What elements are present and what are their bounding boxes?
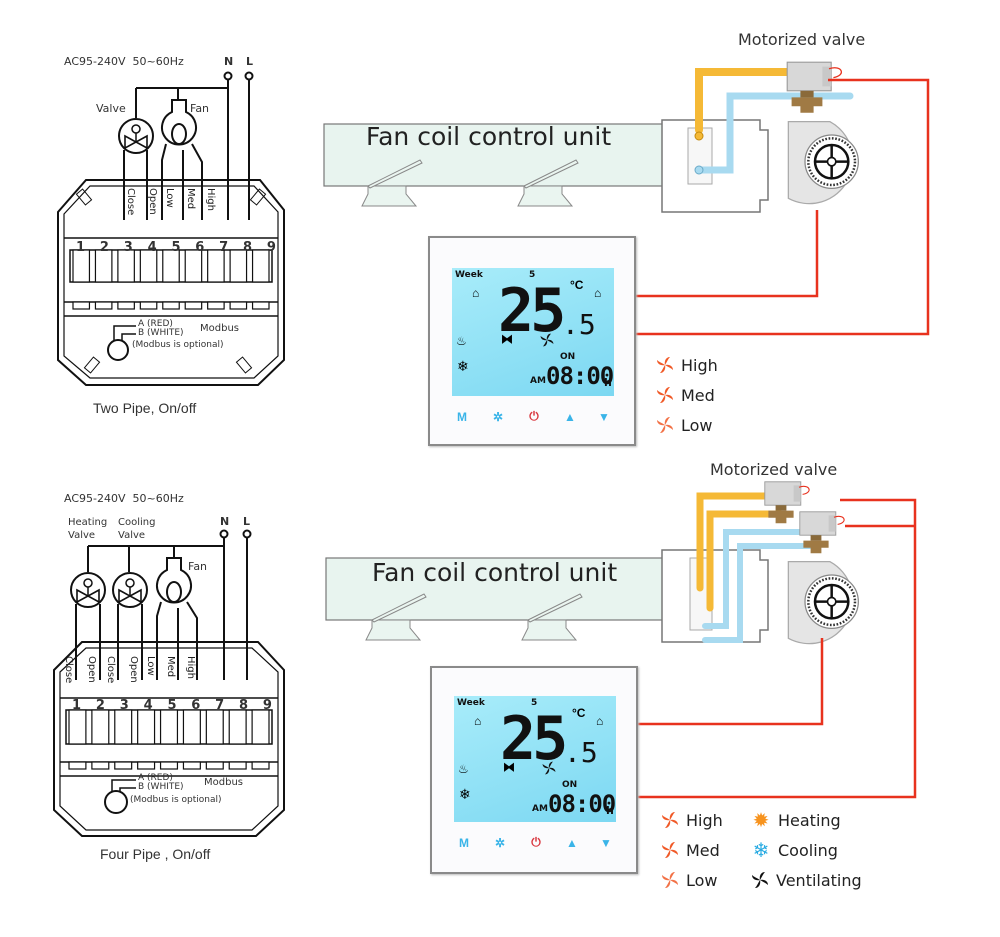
heating-sun-icon: ✹ [752,808,770,832]
fan-wire [636,210,819,298]
fan-speed-button[interactable]: ✲ [490,410,506,424]
on-label: ON [560,352,576,362]
legend-item-cooling: ❄ Cooling [750,835,880,865]
heating-icon: ♨ [456,334,467,348]
fan-med-icon [657,387,673,403]
mode-button[interactable]: M [454,410,470,424]
thermostat: Week 5 ⌂ 25 .5 °C ⌂ ♨ ⧓ ❄ ON AM 08:00 h … [430,666,638,874]
power-button[interactable]: ⏻ [528,835,544,850]
thermostat: Week 5 ⌂ 25 .5 °C ⌂ ♨ ⧓ ❄ ON AM 08:00 h … [428,236,636,446]
week-label: Week [455,270,483,280]
valve-status-icon: ⧓ [503,760,515,774]
fan-high-icon [662,812,678,828]
legend-item-low: Low [660,865,750,895]
fan-status-icon [540,333,554,347]
legend-item-high: High [655,350,718,380]
up-button[interactable]: ▲ [562,410,578,424]
valve-status-icon: ⧓ [501,332,513,346]
legend-item-low: Low [655,410,718,440]
cooling-icon: ❄ [459,786,471,802]
am-pm-label: AM [530,376,546,386]
cooling-snowflake-icon: ❄ [752,838,770,862]
legend-label: Low [681,415,713,435]
temperature-decimal: .5 [562,308,596,341]
legend-label: Ventilating [776,870,862,890]
temperature-decimal: .5 [564,736,598,769]
fan-med-icon [662,842,678,858]
fan-status-icon [542,761,556,775]
fan-speed-button[interactable]: ✲ [492,836,508,850]
legend-item-med: Med [655,380,718,410]
down-button[interactable]: ▼ [596,410,612,424]
on-label: ON [562,780,578,790]
fan-low-icon [657,417,673,433]
home-mode-icon: ⌂ [472,286,480,300]
thermostat-lcd: Week 5 ⌂ 25 .5 °C ⌂ ♨ ⧓ ❄ ON AM 08:00 h [452,268,614,396]
legend-label: High [681,355,718,375]
week-label: Week [457,698,485,708]
ventilating-fan-icon [752,872,768,888]
diagram-caption: Four Pipe , On/off [100,846,211,862]
fan-wire [636,638,824,726]
temperature-unit: °C [572,706,586,720]
legend-label: Cooling [778,840,838,860]
away-mode-icon: ⌂ [594,286,602,300]
legend-item-ventilating: Ventilating [750,865,880,895]
power-button[interactable]: ⏻ [526,409,542,424]
clock-suffix: h [604,376,612,389]
legend-label: High [686,810,723,830]
legend-item-heating: ✹ Heating [750,805,880,835]
fan-low-icon [662,872,678,888]
heating-valve-wire [636,498,917,799]
legend-label: Heating [778,810,841,830]
mode-legend: High ✹ Heating Med ❄ Cooling Low Ventila… [660,805,880,895]
am-pm-label: AM [532,804,548,814]
legend-label: Med [681,385,715,405]
thermostat-lcd: Week 5 ⌂ 25 .5 °C ⌂ ♨ ⧓ ❄ ON AM 08:00 h [454,696,616,822]
mode-button[interactable]: M [456,836,472,850]
legend-label: Low [686,870,718,890]
away-mode-icon: ⌂ [596,714,604,728]
cooling-icon: ❄ [457,358,469,374]
legend-label: Med [686,840,720,860]
up-button[interactable]: ▲ [564,836,580,850]
clock-suffix: h [606,804,614,817]
heating-icon: ♨ [458,762,469,776]
legend-item-high: High [660,805,750,835]
home-mode-icon: ⌂ [474,714,482,728]
fan-high-icon [657,357,673,373]
down-button[interactable]: ▼ [598,836,614,850]
fan-speed-legend: High Med Low [655,350,718,440]
temperature-unit: °C [570,278,584,292]
legend-item-med: Med [660,835,750,865]
